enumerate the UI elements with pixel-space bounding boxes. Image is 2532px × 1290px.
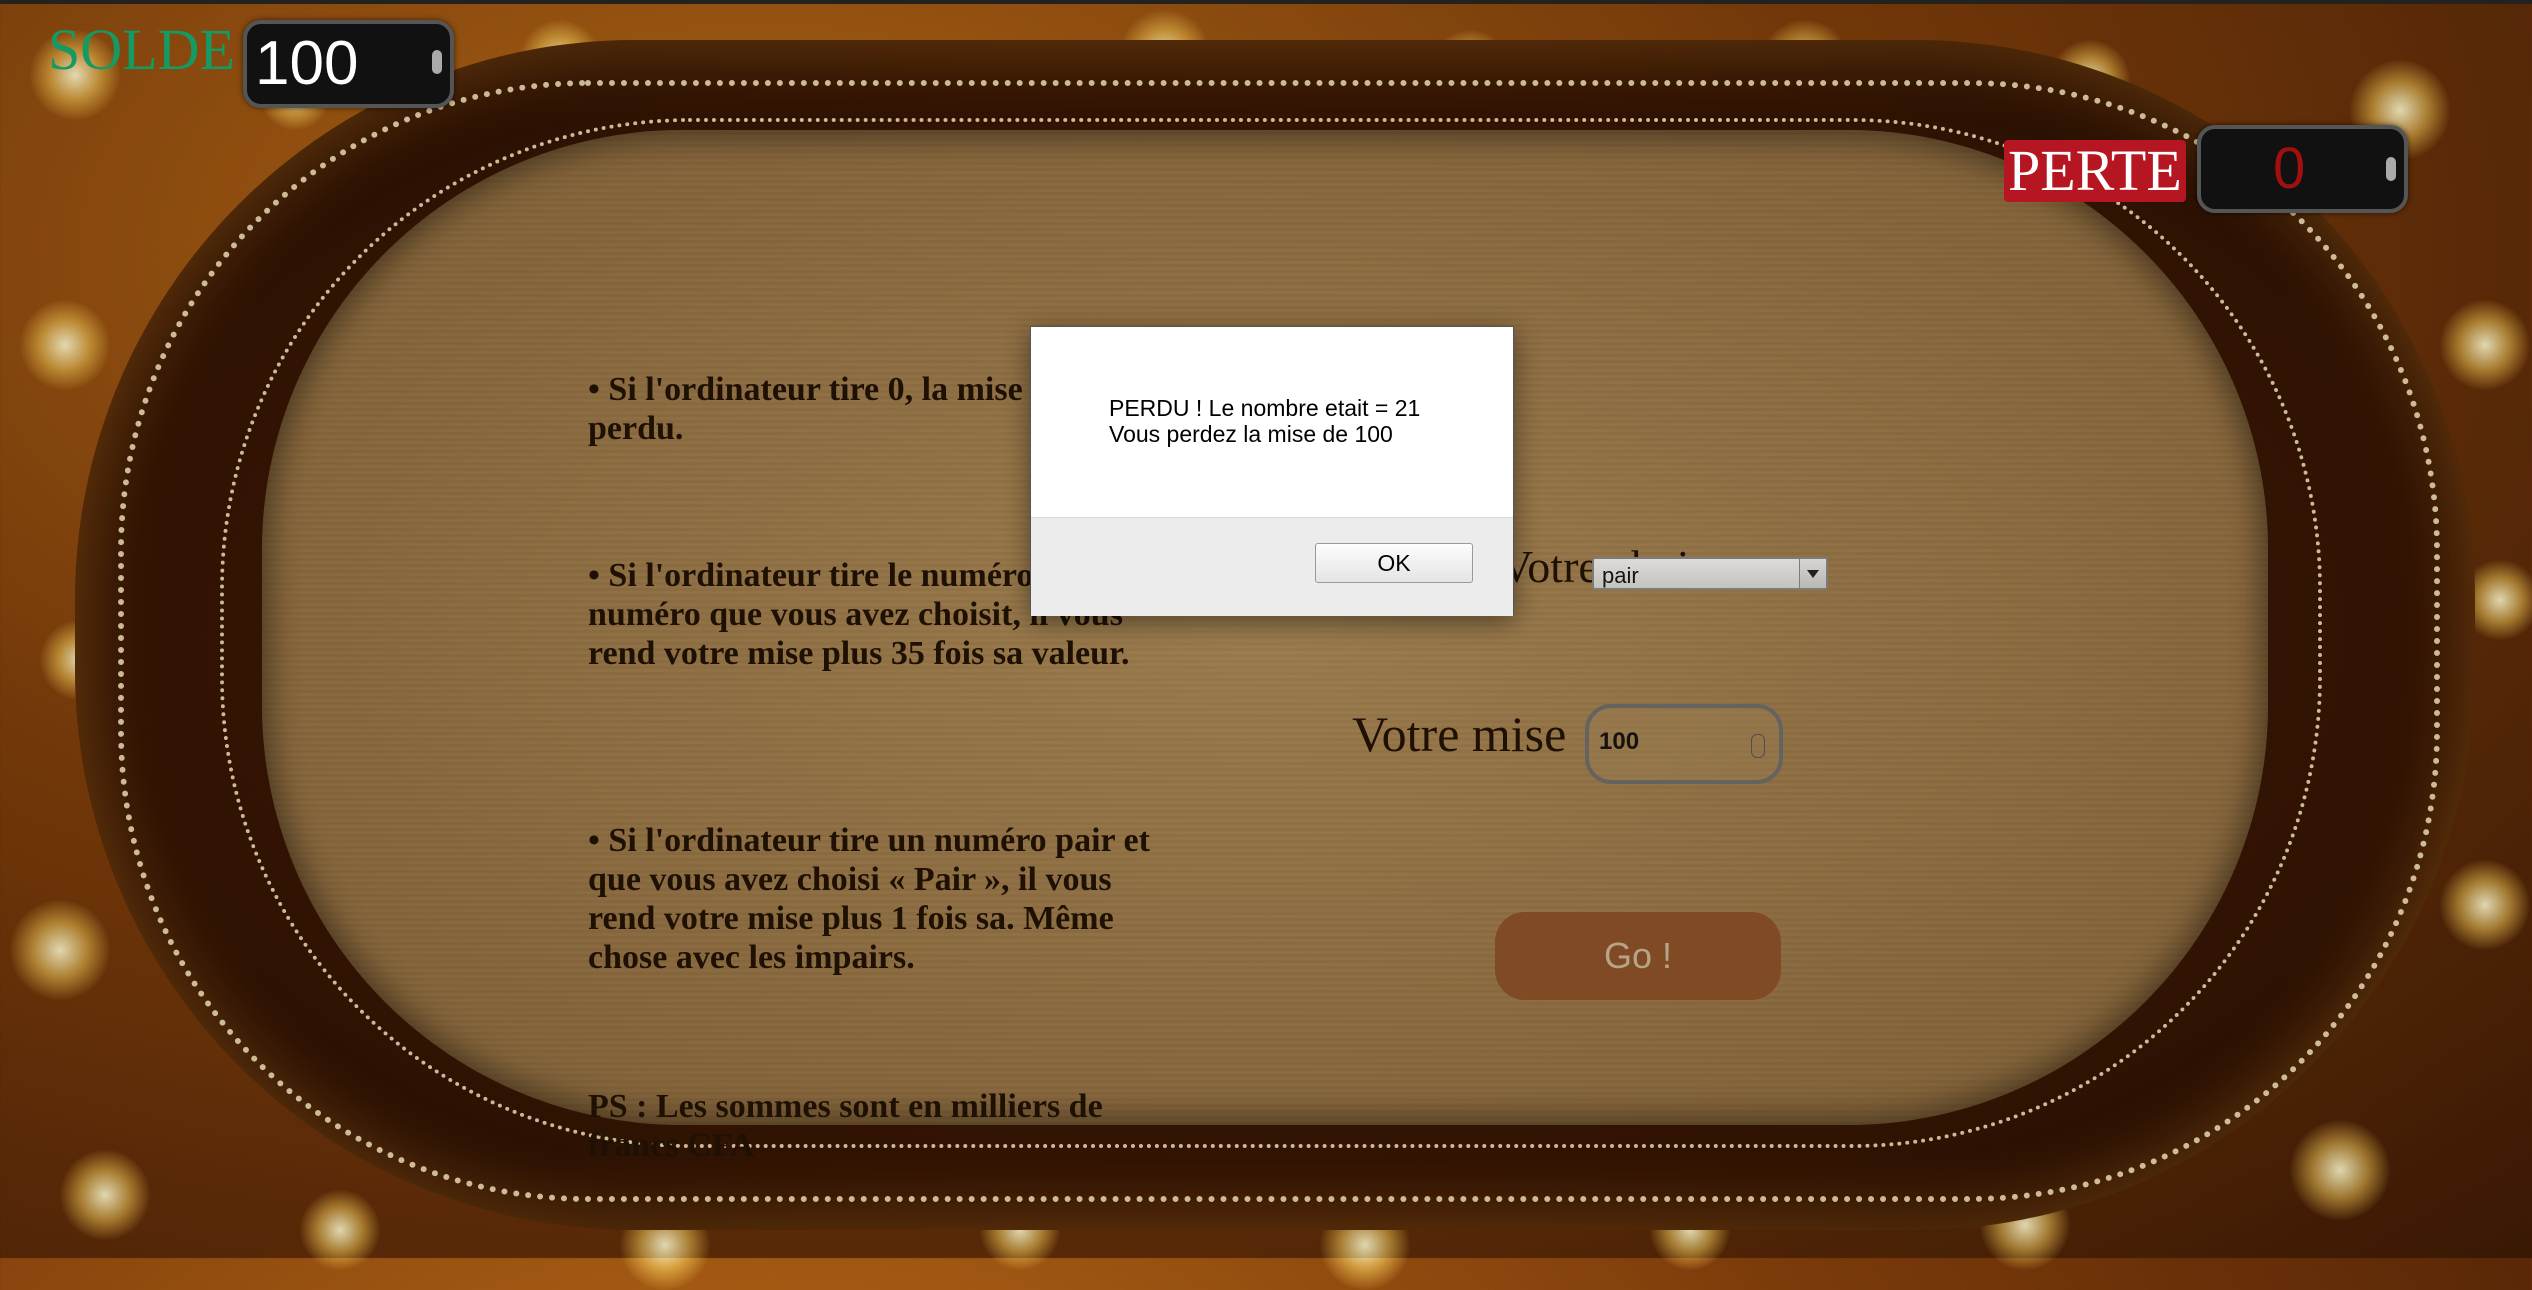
loss-label: PERTE — [2004, 140, 2186, 202]
balance-stepper-icon[interactable] — [432, 50, 442, 74]
balance-label: SOLDE — [48, 17, 235, 82]
ok-button[interactable]: OK — [1315, 543, 1473, 583]
loss-display[interactable]: 0 — [2197, 125, 2408, 213]
loss-stepper-icon[interactable] — [2386, 157, 2396, 181]
balance-value: 100 — [255, 29, 359, 98]
alert-message: PERDU ! Le nombre etait = 21 Vous perdez… — [1109, 395, 1420, 447]
alert-footer: OK — [1031, 517, 1513, 616]
alert-dialog: PERDU ! Le nombre etait = 21 Vous perdez… — [1030, 326, 1514, 616]
balance-display[interactable]: 100 — [243, 20, 454, 108]
loss-value: 0 — [2273, 136, 2306, 201]
alert-line-result: PERDU ! Le nombre etait = 21 — [1109, 395, 1421, 421]
alert-line-loss: Vous perdez la mise de 100 — [1109, 421, 1393, 447]
